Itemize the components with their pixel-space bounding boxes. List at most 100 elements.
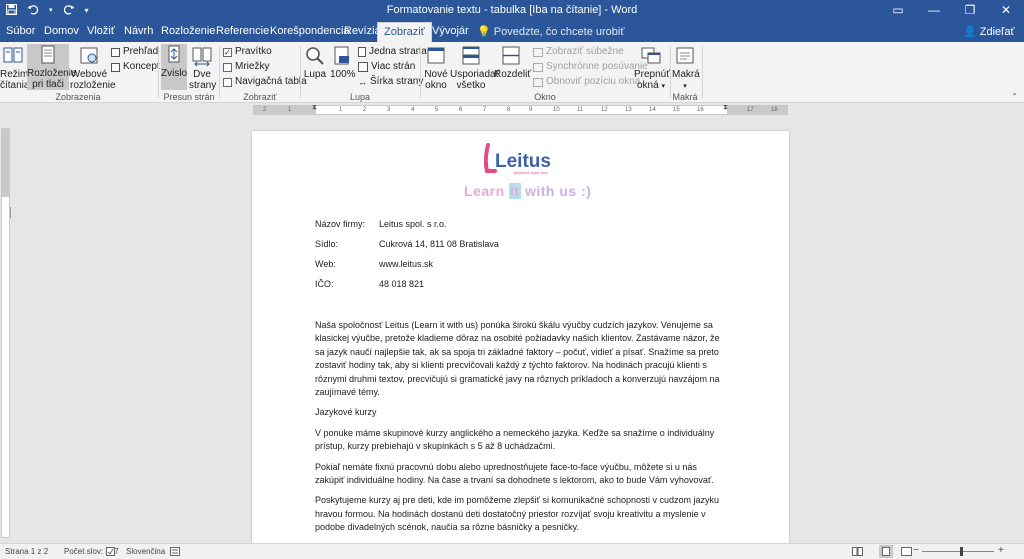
one-page-icon [358, 47, 366, 57]
zoom-label: Lupa [303, 69, 327, 80]
right-indent-marker-icon[interactable]: ⧗ [723, 104, 728, 112]
web-layout-view-icon[interactable] [901, 547, 912, 558]
tab-referencie[interactable]: Referencie [216, 25, 269, 37]
tab-navrh[interactable]: Návrh [124, 25, 153, 37]
draft-icon [111, 62, 120, 72]
outline-button[interactable]: Prehľad [111, 46, 158, 58]
ruler-tick: 12 [601, 107, 608, 113]
share-button[interactable]: 👤 Zdieľať [963, 25, 1015, 38]
collapse-ribbon-icon[interactable]: ⌃ [1011, 92, 1018, 101]
reset-window-position-button[interactable]: Obnoviť pozíciu okna [533, 76, 640, 88]
lightbulb-icon: 💡 [477, 26, 491, 38]
navigation-pane-checkbox[interactable]: Navigačná tabla [223, 76, 307, 88]
vertical-ruler[interactable] [1, 128, 10, 538]
ruler-tick: 10 [553, 107, 560, 113]
group-label-makra: Makrá [672, 92, 698, 102]
vertical-label: Zvislo [161, 68, 188, 79]
ruler-top-margin [2, 129, 9, 197]
print-layout-label-2: pri tlači [32, 79, 64, 90]
ruler-tick: 2 [363, 107, 367, 113]
synchronous-scrolling-label: Synchrónne posúvanie [546, 61, 648, 72]
read-mode-button[interactable]: Režim čítania [0, 45, 30, 91]
view-side-by-side-button[interactable]: Zobraziť súbežne [533, 46, 624, 58]
info-key: Sídlo: [315, 239, 339, 249]
minimize-button[interactable]: — [916, 0, 952, 22]
reset-window-position-label: Obnoviť pozíciu okna [546, 76, 641, 87]
synchronous-scrolling-button[interactable]: Synchrónne posúvanie [533, 61, 648, 73]
tab-vlozit[interactable]: Vložiť [87, 25, 115, 37]
vertical-button[interactable]: Zvislo [161, 44, 187, 90]
macros-button[interactable]: Makrá ▾ [672, 45, 700, 90]
ruler-row: 2 1 ⧗ 1 2 3 4 5 6 7 8 9 10 11 12 13 14 1… [0, 103, 1024, 218]
multiple-pages-button[interactable]: Viac strán [358, 61, 415, 73]
draft-button[interactable]: Koncept [111, 61, 160, 73]
document-page[interactable]: Leitus jazykové a pre ľudí Learn it with… [252, 131, 789, 543]
checkbox-icon [223, 62, 232, 72]
outline-icon [111, 47, 120, 57]
print-layout-icon [41, 45, 55, 64]
web-layout-button[interactable]: Webové rozloženie [70, 45, 116, 91]
outline-label: Prehľad [123, 46, 159, 57]
zoom-in-icon[interactable]: + [998, 545, 1004, 556]
print-layout-button[interactable]: Rozloženie pri tlači [27, 44, 76, 90]
ribbon-options-icon[interactable]: ▭ [880, 0, 916, 22]
magnifier-icon [306, 47, 324, 65]
split-button[interactable]: Rozdeliť [494, 45, 531, 89]
tab-revizia[interactable]: Revízia [344, 25, 381, 37]
vertical-icon [168, 45, 180, 63]
ruler-checkbox[interactable]: ✓ Pravítko [223, 46, 272, 58]
macro-recording-icon[interactable] [170, 547, 180, 558]
new-window-button[interactable]: Nové okno [424, 45, 448, 91]
indent-marker-icon[interactable]: ⧗ [312, 104, 317, 112]
arrange-all-label-2: všetko [456, 80, 486, 91]
title-bar: ▾ ▾ Formatovanie textu - tabulka [Iba na… [0, 0, 1024, 22]
read-mode-label-2: čítania [0, 80, 30, 91]
zoom-slider-thumb[interactable] [960, 547, 963, 556]
view-side-by-side-label: Zobraziť súbežne [546, 46, 624, 57]
horizontal-ruler[interactable]: 2 1 ⧗ 1 2 3 4 5 6 7 8 9 10 11 12 13 14 1… [253, 104, 788, 115]
ruler-tick: 18 [771, 107, 778, 113]
separator [420, 46, 421, 98]
read-mode-view-icon[interactable] [852, 547, 863, 558]
arrange-all-button[interactable]: Usporiadať všetko [450, 45, 499, 91]
leitus-logo: Leitus jazykové a pre ľudí [483, 143, 559, 177]
zoom-100-label: 100% [330, 69, 356, 80]
maximize-button[interactable]: ❐ [952, 0, 988, 22]
ruler-tick: 15 [673, 107, 680, 113]
language-indicator[interactable]: Slovenčina [126, 547, 165, 556]
side-to-side-button[interactable]: Dve strany [189, 45, 217, 91]
zoom-button[interactable]: Lupa [303, 45, 327, 89]
group-label-zobrazenia: Zobrazenia [55, 92, 101, 102]
page-count[interactable]: Strana 1 z 2 [5, 547, 48, 556]
tab-korespondencia[interactable]: Korešpondencia [270, 25, 350, 37]
tab-domov[interactable]: Domov [44, 25, 79, 37]
zoom-out-icon[interactable]: − [913, 545, 919, 556]
group-label-zobrazit: Zobraziť [243, 92, 277, 102]
gridlines-checkbox[interactable]: Mriežky [223, 61, 269, 73]
page-width-button[interactable]: ↔ Šírka strany [358, 76, 423, 88]
paragraph: Poskytujeme kurzy aj pre deti, kde im po… [315, 495, 720, 533]
tab-rozlozenie[interactable]: Rozloženie [161, 25, 215, 37]
print-layout-view-icon[interactable] [879, 545, 893, 558]
tab-subor[interactable]: Súbor [6, 25, 35, 37]
sync-scroll-icon [533, 62, 543, 72]
proofing-icon[interactable] [106, 547, 115, 558]
one-page-button[interactable]: Jedna strana [358, 46, 427, 58]
info-value: 48 018 821 [379, 279, 425, 289]
tagline-it: it [509, 183, 521, 199]
tagline-us: us [559, 183, 577, 199]
ruler-tick: 11 [577, 107, 584, 113]
zoom-slider[interactable] [922, 551, 994, 552]
tab-vyvojar[interactable]: Vývojár [432, 25, 469, 37]
tell-me-text: Povedzte, čo chcete urobiť [493, 26, 625, 38]
switch-windows-label: Prepnúť [634, 69, 670, 80]
switch-windows-icon [641, 47, 661, 64]
close-button[interactable]: ✕ [988, 0, 1024, 22]
tagline-with: with [524, 183, 555, 199]
zoom-100-button[interactable]: 100% [330, 45, 356, 89]
side-to-side-label-2: strany [189, 80, 217, 91]
tab-zobrazit[interactable]: Zobraziť [377, 22, 432, 43]
tell-me-box[interactable]: 💡 Povedzte, čo chcete urobiť [477, 25, 624, 38]
switch-windows-button[interactable]: Prepnúť okná ▾ [634, 45, 670, 91]
ruler-tick: 13 [625, 107, 632, 113]
